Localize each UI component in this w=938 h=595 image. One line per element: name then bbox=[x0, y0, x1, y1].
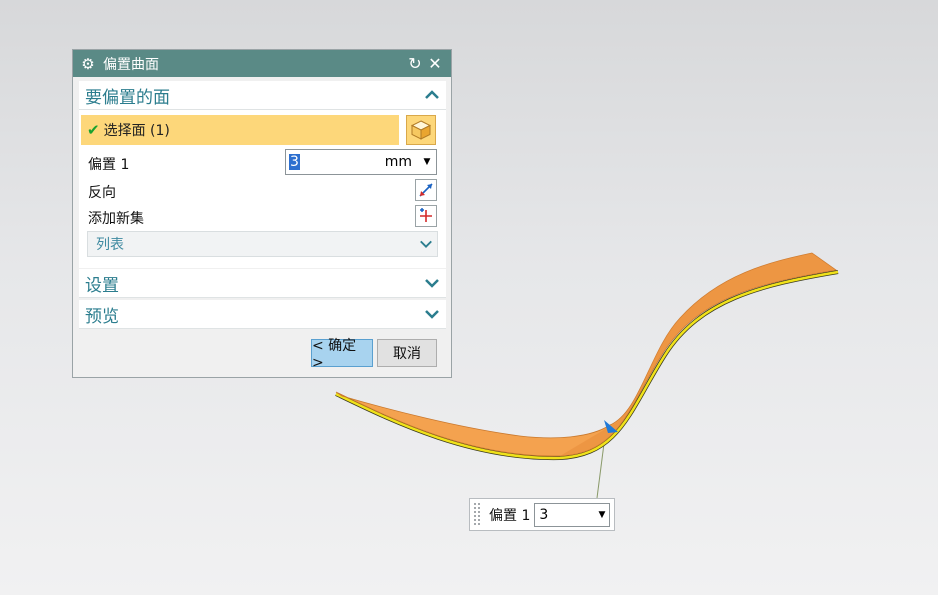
floating-offset-input-box: 偏置 1 3 ▼ bbox=[469, 498, 615, 531]
chevron-down-icon bbox=[425, 279, 439, 288]
select-face-label: 选择面 (1) bbox=[103, 123, 170, 139]
section-preview-label: 预览 bbox=[85, 306, 119, 327]
cancel-button[interactable]: 取消 bbox=[377, 339, 437, 367]
gear-icon[interactable]: ⚙ bbox=[79, 55, 97, 73]
chevron-up-icon[interactable] bbox=[424, 87, 440, 103]
drag-handle[interactable] bbox=[473, 502, 481, 527]
floating-offset-input[interactable]: 3 ▼ bbox=[534, 502, 611, 527]
offset-unit: mm bbox=[384, 154, 412, 170]
select-face-button[interactable] bbox=[406, 115, 436, 145]
add-new-set-label: 添加新集 bbox=[88, 211, 144, 227]
ok-button[interactable]: < 确定 > bbox=[311, 338, 373, 371]
section-settings-label: 设置 bbox=[85, 275, 119, 296]
chevron-down-icon bbox=[420, 240, 432, 248]
unit-dropdown-icon[interactable]: ▼ bbox=[420, 157, 434, 167]
section-faces-label: 要偏置的面 bbox=[85, 87, 170, 108]
section-preview[interactable]: 预览 bbox=[79, 300, 446, 329]
cube-icon bbox=[410, 120, 432, 140]
add-new-set-button[interactable] bbox=[415, 205, 437, 227]
checkmark-icon: ✔ bbox=[87, 121, 100, 139]
offset-value[interactable]: 3 bbox=[289, 154, 300, 170]
reset-icon[interactable]: ↻ bbox=[405, 54, 425, 73]
reverse-direction-label: 反向 bbox=[88, 185, 116, 201]
offset-value-input[interactable]: 3 mm ▼ bbox=[285, 149, 437, 175]
add-new-set-icon bbox=[420, 208, 432, 222]
chevron-down-icon bbox=[425, 310, 439, 319]
floating-offset-label: 偏置 1 bbox=[489, 507, 531, 524]
offset-surface-dialog: ⚙ 偏置曲面 ↻ ✕ 要偏置的面 ✔ 选择面 (1) 偏置 1 3 mm ▼ 反… bbox=[72, 49, 452, 378]
section-settings[interactable]: 设置 bbox=[79, 269, 446, 298]
list-label: 列表 bbox=[96, 237, 124, 253]
section-faces-to-offset[interactable]: 要偏置的面 bbox=[79, 81, 446, 110]
close-icon[interactable]: ✕ bbox=[425, 54, 445, 73]
dialog-titlebar[interactable]: ⚙ 偏置曲面 ↻ ✕ bbox=[73, 50, 451, 77]
floating-offset-value[interactable]: 3 bbox=[539, 507, 548, 523]
floating-dropdown-icon[interactable]: ▼ bbox=[598, 510, 605, 520]
offset-label: 偏置 1 bbox=[88, 157, 130, 173]
reverse-direction-button[interactable] bbox=[415, 179, 437, 201]
select-face-row[interactable]: ✔ 选择面 (1) bbox=[81, 115, 399, 145]
dialog-title: 偏置曲面 bbox=[103, 56, 159, 73]
list-toggle[interactable]: 列表 bbox=[87, 231, 438, 257]
reverse-direction-icon bbox=[419, 183, 433, 197]
